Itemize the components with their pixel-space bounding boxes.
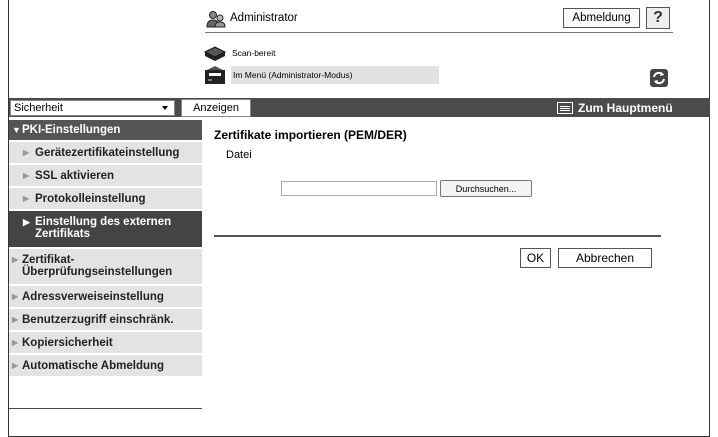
sidebar-item-label: Benutzerzugriff einschränk. (22, 314, 174, 326)
arrow-right-icon: ▶ (23, 217, 30, 227)
sidebar-item-label: Automatische Abmeldung (22, 360, 165, 372)
section-select[interactable]: Sicherheit (10, 100, 175, 116)
expanded-triangle-icon: ▼ (12, 125, 21, 135)
sidebar-item-label: Einstellung des externen Zertifikats (35, 216, 172, 240)
help-button[interactable]: ? (646, 7, 670, 29)
sidebar-item-certificate-verification[interactable]: ▶ Zertifikat-Überprüfungseinstellungen (9, 249, 202, 286)
sidebar-item-device-certificate[interactable]: ▶ Gerätezertifikateinstellung (9, 142, 202, 165)
sidebar-item-label: SSL aktivieren (35, 170, 115, 182)
arrow-right-icon: ▶ (12, 361, 19, 370)
file-label: Datei (226, 149, 252, 161)
sidebar-item-label: PKI-Einstellungen (22, 124, 121, 136)
admin-user-icon (206, 10, 226, 28)
user-name: Administrator (230, 12, 298, 24)
mode-status-text: Im Menü (Administrator-Modus) (233, 70, 353, 80)
scan-status-text: Scan-bereit (232, 48, 276, 58)
arrow-right-icon: ▶ (23, 194, 30, 203)
file-path-input[interactable] (281, 181, 437, 196)
arrow-right-icon: ▶ (23, 171, 30, 180)
sidebar-item-user-access-restriction[interactable]: ▶ Benutzerzugriff einschränk. (9, 309, 202, 332)
ok-button[interactable]: OK (520, 248, 551, 268)
header-divider (205, 32, 673, 33)
sidebar-item-copy-security[interactable]: ▶ Kopiersicherheit (9, 332, 202, 355)
main-menu-label: Zum Hauptmenü (578, 101, 673, 115)
sidebar-item-protocol-settings[interactable]: ▶ Protokolleinstellung (9, 188, 202, 211)
logout-button[interactable]: Abmeldung (563, 8, 640, 28)
chevron-down-icon (162, 106, 168, 110)
sidebar-item-address-reference[interactable]: ▶ Adressverweiseinstellung (9, 286, 202, 309)
sidebar-item-label: Gerätezertifikateinstellung (35, 147, 180, 159)
sidebar-item-label: Kopiersicherheit (22, 337, 113, 349)
arrow-right-icon: ▶ (12, 315, 19, 324)
mode-status: Im Menü (Administrator-Modus) (231, 66, 439, 84)
sidebar: ▼ PKI-Einstellungen ▶ Gerätezertifikatei… (9, 120, 202, 378)
sidebar-item-auto-logout[interactable]: ▶ Automatische Abmeldung (9, 355, 202, 378)
printer-icon (203, 64, 227, 86)
sidebar-item-pki-settings[interactable]: ▼ PKI-Einstellungen (9, 120, 202, 142)
sidebar-item-label: Adressverweiseinstellung (22, 291, 164, 303)
content-divider (214, 235, 661, 237)
sidebar-item-label: Protokolleinstellung (35, 193, 146, 205)
sidebar-item-external-certificate[interactable]: ▶ Einstellung des externen Zertifikats (9, 211, 202, 249)
sidebar-item-label: Zertifikat-Überprüfungseinstellungen (22, 254, 173, 278)
page-title: Zertifikate importieren (PEM/DER) (214, 128, 407, 142)
cancel-button[interactable]: Abbrechen (558, 248, 652, 268)
section-select-value: Sicherheit (14, 102, 63, 114)
main-menu-button[interactable]: Zum Hauptmenü (557, 99, 673, 117)
arrow-right-icon: ▶ (12, 255, 19, 264)
scanner-icon (203, 44, 227, 62)
browse-button[interactable]: Durchsuchen... (440, 180, 532, 197)
show-button[interactable]: Anzeigen (181, 99, 251, 117)
main-menu-icon (557, 102, 573, 114)
sidebar-divider (9, 408, 202, 409)
sidebar-item-ssl-enable[interactable]: ▶ SSL aktivieren (9, 165, 202, 188)
arrow-right-icon: ▶ (23, 148, 30, 157)
arrow-right-icon: ▶ (12, 338, 19, 347)
refresh-icon[interactable] (648, 68, 670, 88)
arrow-right-icon: ▶ (12, 292, 19, 301)
